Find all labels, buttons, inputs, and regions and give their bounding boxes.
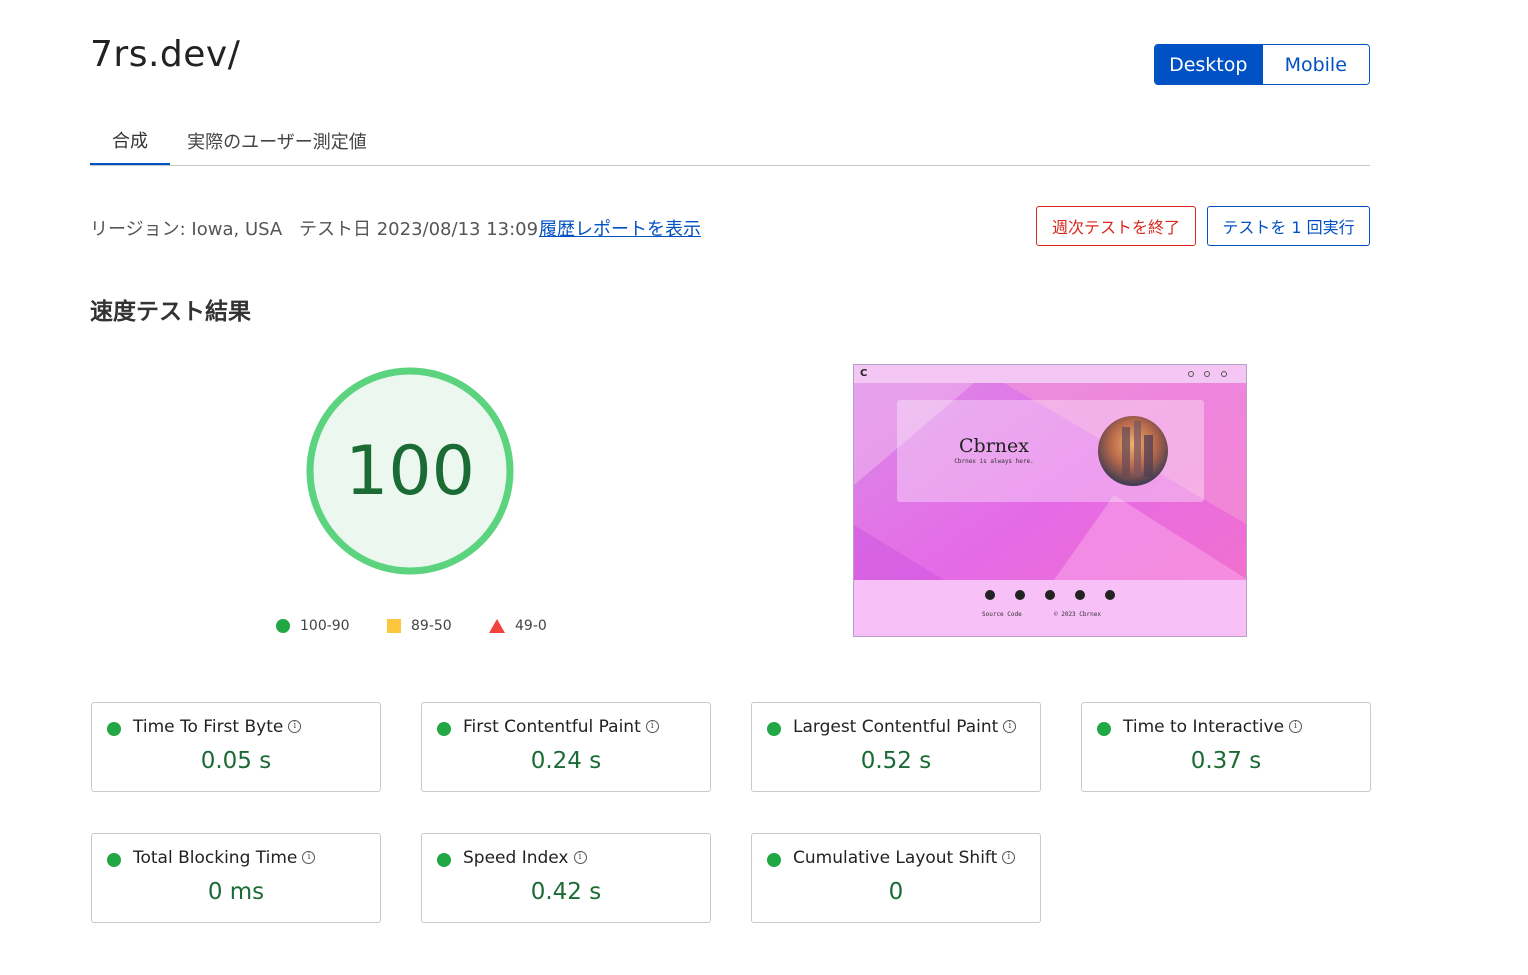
- green-circle-icon: [276, 619, 290, 633]
- info-icon[interactable]: i: [1289, 720, 1303, 733]
- metric-value: 0.24 s: [530, 748, 602, 774]
- metric-card-fcp: First Contentful Paint i 0.24 s: [421, 702, 711, 792]
- metric-value: 0.42 s: [530, 879, 602, 905]
- region-text: リージョン: Iowa, USA: [90, 219, 283, 240]
- tab-real-user-metrics[interactable]: 実際のユーザー測定値: [182, 116, 372, 165]
- metric-value: 0.05 s: [200, 748, 272, 774]
- page-title: 7rs.dev/: [90, 34, 241, 75]
- test-date-text: テスト日 2023/08/13 13:09: [299, 219, 539, 240]
- metric-card-tti: Time to Interactive i 0.37 s: [1081, 702, 1371, 792]
- metric-label: Speed Index: [463, 848, 569, 868]
- green-circle-icon: [767, 853, 781, 867]
- yellow-square-icon: [387, 619, 401, 633]
- info-icon[interactable]: i: [288, 720, 302, 733]
- green-circle-icon: [437, 722, 451, 736]
- preview-tagline: Cbrnex is always here.: [954, 458, 1034, 465]
- green-circle-icon: [107, 722, 121, 736]
- preview-graphic: [854, 365, 1246, 636]
- metric-card-cls: Cumulative Layout Shift i 0: [751, 833, 1041, 923]
- legend-poor: 49-0: [489, 618, 547, 634]
- legend-average: 89-50: [387, 618, 452, 634]
- metric-card-speed-index: Speed Index i 0.42 s: [421, 833, 711, 923]
- metric-value: 0 ms: [207, 879, 265, 905]
- section-title: 速度テスト結果: [90, 299, 251, 325]
- page-screenshot-preview: C Cbrnex Cbrnex is always here. Source C…: [853, 364, 1247, 637]
- metric-card-tbt: Total Blocking Time i 0 ms: [91, 833, 381, 923]
- green-circle-icon: [1097, 722, 1111, 736]
- tab-synthetic[interactable]: 合成: [90, 116, 170, 165]
- info-icon[interactable]: i: [302, 851, 316, 864]
- stop-weekly-test-button[interactable]: 週次テストを終了: [1036, 206, 1196, 246]
- tab-bar: 合成 実際のユーザー測定値: [90, 116, 1370, 166]
- metric-card-ttfb: Time To First Byte i 0.05 s: [91, 702, 381, 792]
- metric-label: Largest Contentful Paint: [793, 717, 999, 737]
- preview-copyright: © 2023 Cbrnex: [1054, 611, 1101, 618]
- info-icon[interactable]: i: [573, 851, 587, 864]
- metric-label: Cumulative Layout Shift: [793, 848, 998, 868]
- metric-value: 0.37 s: [1190, 748, 1262, 774]
- run-test-once-button[interactable]: テストを 1 回実行: [1207, 206, 1370, 246]
- history-report-link[interactable]: 履歴レポートを表示: [539, 215, 701, 241]
- red-triangle-icon: [489, 619, 505, 633]
- performance-score: 100: [345, 431, 475, 511]
- info-icon[interactable]: i: [645, 720, 659, 733]
- desktop-toggle-button[interactable]: Desktop: [1155, 45, 1262, 84]
- info-icon[interactable]: i: [1003, 720, 1017, 733]
- green-circle-icon: [767, 722, 781, 736]
- preview-heading: Cbrnex: [959, 435, 1029, 457]
- info-icon[interactable]: i: [1002, 851, 1016, 864]
- metric-label: Time to Interactive: [1123, 717, 1285, 737]
- green-circle-icon: [437, 853, 451, 867]
- metric-value: 0.52 s: [860, 748, 932, 774]
- preview-source-link: Source Code: [982, 611, 1022, 618]
- device-toggle[interactable]: Desktop Mobile: [1154, 44, 1370, 85]
- mobile-toggle-button[interactable]: Mobile: [1261, 45, 1369, 84]
- metric-label: Time To First Byte: [133, 717, 284, 737]
- legend-poor-label: 49-0: [515, 618, 547, 634]
- legend-good: 100-90: [276, 618, 350, 634]
- legend-good-label: 100-90: [300, 618, 350, 634]
- metric-value: 0: [888, 879, 904, 905]
- legend-average-label: 89-50: [411, 618, 452, 634]
- metric-label: First Contentful Paint: [463, 717, 641, 737]
- preview-logo-icon: C: [860, 368, 868, 379]
- metric-card-lcp: Largest Contentful Paint i 0.52 s: [751, 702, 1041, 792]
- green-circle-icon: [107, 853, 121, 867]
- metric-label: Total Blocking Time: [133, 848, 298, 868]
